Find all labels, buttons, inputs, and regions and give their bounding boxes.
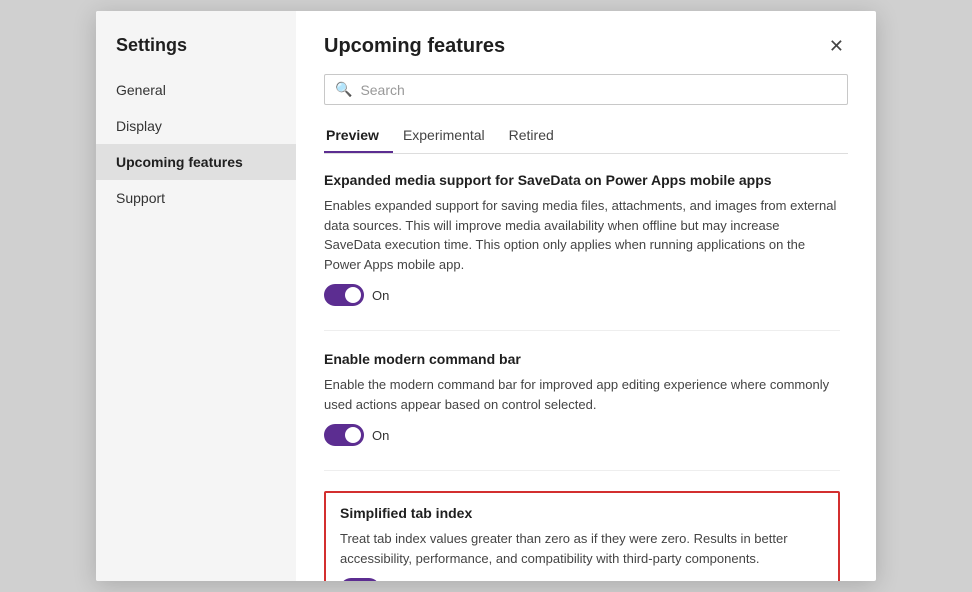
close-button[interactable]: ✕ xyxy=(825,35,848,57)
main-header: Upcoming features ✕ xyxy=(324,35,848,58)
sidebar-item-display[interactable]: Display xyxy=(96,108,296,144)
search-box: 🔍 xyxy=(324,74,848,105)
tab-preview[interactable]: Preview xyxy=(324,119,393,153)
feature-desc-modern-command-bar: Enable the modern command bar for improv… xyxy=(324,375,840,414)
toggle-knob-expanded-media xyxy=(345,287,361,303)
dialog-overlay: Settings General Display Upcoming featur… xyxy=(0,0,972,592)
feature-title-expanded-media: Expanded media support for SaveData on P… xyxy=(324,172,840,188)
divider-2 xyxy=(324,470,840,471)
settings-dialog: Settings General Display Upcoming featur… xyxy=(96,11,876,581)
feature-item-simplified-tab-index: Simplified tab index Treat tab index val… xyxy=(324,491,840,581)
feature-item-expanded-media: Expanded media support for SaveData on P… xyxy=(324,172,840,306)
toggle-modern-command-bar[interactable] xyxy=(324,424,364,446)
divider-1 xyxy=(324,330,840,331)
tab-experimental[interactable]: Experimental xyxy=(401,119,499,153)
sidebar: Settings General Display Upcoming featur… xyxy=(96,11,296,581)
tabs-bar: Preview Experimental Retired xyxy=(324,119,848,154)
features-list: Expanded media support for SaveData on P… xyxy=(324,154,848,581)
tab-retired[interactable]: Retired xyxy=(507,119,568,153)
feature-title-simplified-tab-index: Simplified tab index xyxy=(340,505,824,521)
feature-title-modern-command-bar: Enable modern command bar xyxy=(324,351,840,367)
sidebar-title: Settings xyxy=(96,31,296,72)
toggle-row-modern-command-bar: On xyxy=(324,424,840,446)
toggle-row-expanded-media: On xyxy=(324,284,840,306)
feature-desc-expanded-media: Enables expanded support for saving medi… xyxy=(324,196,840,274)
toggle-row-simplified-tab-index: On xyxy=(340,578,824,581)
sidebar-item-upcoming-features[interactable]: Upcoming features xyxy=(96,144,296,180)
search-icon: 🔍 xyxy=(335,81,352,98)
main-content: Upcoming features ✕ 🔍 Preview Experiment… xyxy=(296,11,876,581)
toggle-expanded-media[interactable] xyxy=(324,284,364,306)
toggle-simplified-tab-index[interactable] xyxy=(340,578,380,581)
search-input[interactable] xyxy=(360,82,837,98)
toggle-knob-modern-command-bar xyxy=(345,427,361,443)
sidebar-item-general[interactable]: General xyxy=(96,72,296,108)
toggle-label-expanded-media: On xyxy=(372,288,389,303)
page-title: Upcoming features xyxy=(324,35,505,58)
feature-item-modern-command-bar: Enable modern command bar Enable the mod… xyxy=(324,351,840,446)
feature-desc-simplified-tab-index: Treat tab index values greater than zero… xyxy=(340,529,824,568)
sidebar-item-support[interactable]: Support xyxy=(96,180,296,216)
toggle-label-modern-command-bar: On xyxy=(372,428,389,443)
